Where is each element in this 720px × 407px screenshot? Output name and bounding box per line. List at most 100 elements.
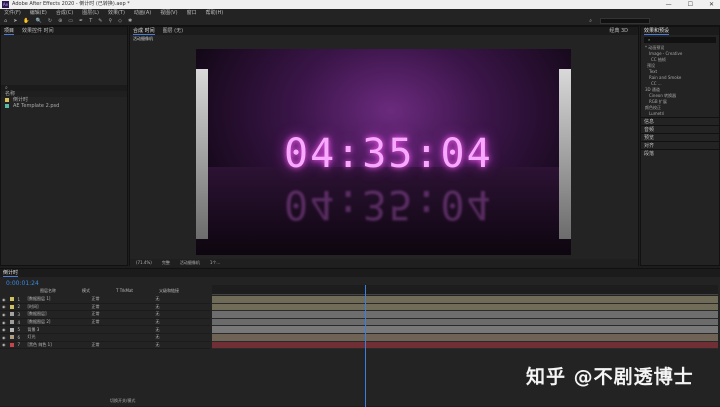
- layer-mode[interactable]: 正常: [92, 296, 122, 302]
- rotate-tool-icon[interactable]: ↻: [48, 18, 52, 24]
- table-row[interactable]: ◉ 4 [数据图层 2] 正常 无: [0, 319, 210, 327]
- close-button[interactable]: ✕: [709, 0, 714, 9]
- layer-parent[interactable]: 无: [156, 296, 160, 302]
- section-preview[interactable]: 预览: [641, 133, 719, 141]
- label-color[interactable]: [9, 320, 14, 325]
- layer-track-bar[interactable]: [212, 326, 718, 334]
- layer-track-bar[interactable]: [212, 296, 718, 304]
- rectangle-tool-icon[interactable]: ▭: [68, 18, 73, 24]
- layer-mode[interactable]: 正常: [92, 319, 122, 325]
- search-icon[interactable]: ⌕: [589, 18, 592, 24]
- menu-help[interactable]: 帮助(H): [206, 9, 224, 17]
- menu-edit[interactable]: 编辑(E): [30, 9, 47, 17]
- toggle-switches-modes[interactable]: 切换开关/模式: [110, 398, 135, 404]
- tab-effect-controls[interactable]: 效果控件 时间: [22, 27, 54, 35]
- selection-tool-icon[interactable]: ➤: [13, 18, 17, 24]
- current-time[interactable]: 0:00:01:24: [6, 280, 39, 287]
- layer-parent[interactable]: 无: [156, 334, 160, 340]
- menu-layer[interactable]: 图层(L): [82, 9, 99, 17]
- layer-parent[interactable]: 无: [156, 319, 160, 325]
- layer-track-bar[interactable]: [212, 341, 718, 350]
- tab-effects-presets[interactable]: 效果和预设: [644, 27, 670, 35]
- layer-name[interactable]: [时间]: [28, 304, 88, 310]
- section-audio[interactable]: 音频: [641, 125, 719, 133]
- label-color[interactable]: [9, 335, 14, 340]
- layer-number: 2: [17, 304, 21, 310]
- quality-select[interactable]: 完整: [162, 259, 170, 267]
- label-color[interactable]: [9, 342, 14, 347]
- layer-number: 7: [17, 342, 21, 348]
- minimize-button[interactable]: —: [666, 0, 672, 9]
- camera-tool-icon[interactable]: ⊕: [58, 18, 62, 24]
- layer-track-bar[interactable]: [212, 311, 718, 319]
- label-color[interactable]: [9, 312, 14, 317]
- tab-project[interactable]: 项目: [4, 27, 15, 35]
- composition-viewer[interactable]: 04:35:04 04:35:04: [196, 49, 571, 255]
- layer-parent[interactable]: 无: [156, 311, 160, 317]
- text-tool-icon[interactable]: T: [89, 18, 92, 24]
- layer-track-bar[interactable]: [212, 303, 718, 312]
- layer-mode[interactable]: 正常: [92, 342, 122, 348]
- views-select[interactable]: 1个...: [210, 259, 220, 267]
- eye-icon[interactable]: ◉: [2, 297, 6, 302]
- layer-mode[interactable]: 正常: [92, 304, 122, 310]
- menu-file[interactable]: 文件(F): [4, 9, 21, 17]
- eye-icon[interactable]: ◉: [2, 327, 6, 332]
- layer-parent[interactable]: 无: [156, 304, 160, 310]
- table-row[interactable]: ◉ 6 灯光 无: [0, 334, 210, 342]
- layer-name[interactable]: 灯光: [28, 334, 88, 340]
- layer-name[interactable]: [黑色 纯色 1]: [28, 342, 88, 348]
- table-row[interactable]: ◉ 7 [黑色 纯色 1] 正常 无: [0, 342, 210, 350]
- layer-track-bar[interactable]: [212, 333, 718, 342]
- eye-icon[interactable]: ◉: [2, 342, 6, 347]
- tab-composition[interactable]: 合成 时间: [133, 27, 155, 35]
- table-row[interactable]: ◉ 5 背景 3 无: [0, 326, 210, 334]
- table-row[interactable]: ◉ 3 [数据图层] 正常 无: [0, 311, 210, 319]
- table-row[interactable]: ◉ 1 [数据图层 1] 正常 无: [0, 296, 210, 304]
- label-color[interactable]: [9, 327, 14, 332]
- layer-name[interactable]: [数据图层 2]: [28, 319, 88, 325]
- label-color[interactable]: [9, 297, 14, 302]
- menu-view[interactable]: 视图(V): [160, 9, 177, 17]
- tab-layer[interactable]: 图层 (无): [163, 27, 184, 35]
- eye-icon[interactable]: ◉: [2, 304, 6, 309]
- menu-window[interactable]: 窗口: [187, 9, 197, 17]
- menu-composition[interactable]: 合成(C): [56, 9, 73, 17]
- maximize-button[interactable]: ☐: [688, 0, 693, 9]
- hand-tool-icon[interactable]: ✋: [23, 18, 29, 24]
- help-search-input[interactable]: [600, 18, 650, 24]
- time-ruler[interactable]: [212, 285, 718, 295]
- eye-icon[interactable]: ◉: [2, 312, 6, 317]
- camera-select[interactable]: 活动摄像机: [180, 259, 200, 267]
- layer-mode[interactable]: 正常: [92, 311, 122, 317]
- renderer-label[interactable]: 经典 3D: [609, 27, 628, 35]
- layer-parent[interactable]: 无: [156, 342, 160, 348]
- zoom-tool-icon[interactable]: 🔍: [36, 18, 42, 24]
- project-tabs: 项目 效果控件 时间: [1, 27, 127, 35]
- layer-track-bar[interactable]: [212, 318, 718, 327]
- menu-effect[interactable]: 效果(T): [108, 9, 125, 17]
- zoom-select[interactable]: (71.4%): [136, 259, 152, 267]
- column-parent: 父级和链接: [159, 288, 180, 293]
- tab-timeline-comp[interactable]: 倒计时: [3, 269, 19, 277]
- section-align[interactable]: 对齐: [641, 141, 719, 149]
- eraser-tool-icon[interactable]: ◇: [118, 18, 122, 24]
- eye-icon[interactable]: ◉: [2, 320, 6, 325]
- layer-name[interactable]: [数据图层]: [28, 311, 88, 317]
- layer-name[interactable]: [数据图层 1]: [28, 296, 88, 302]
- layer-name[interactable]: 背景 3: [28, 327, 88, 333]
- puppet-tool-icon[interactable]: ✱: [128, 18, 132, 24]
- home-icon[interactable]: ⌂: [4, 18, 7, 24]
- stamp-tool-icon[interactable]: ⚲: [108, 18, 112, 24]
- section-paragraph[interactable]: 段落: [641, 149, 719, 157]
- eye-icon[interactable]: ◉: [2, 335, 6, 340]
- playhead[interactable]: [365, 285, 366, 407]
- menu-animation[interactable]: 动画(A): [134, 9, 151, 17]
- list-item[interactable]: AE Template 2.psd: [1, 103, 127, 109]
- pen-tool-icon[interactable]: ✒: [79, 18, 83, 24]
- layer-parent[interactable]: 无: [156, 327, 160, 333]
- label-color[interactable]: [9, 304, 14, 309]
- section-info[interactable]: 信息: [641, 117, 719, 125]
- brush-tool-icon[interactable]: ✎: [98, 18, 102, 24]
- effects-search-input[interactable]: ⌕: [644, 37, 716, 43]
